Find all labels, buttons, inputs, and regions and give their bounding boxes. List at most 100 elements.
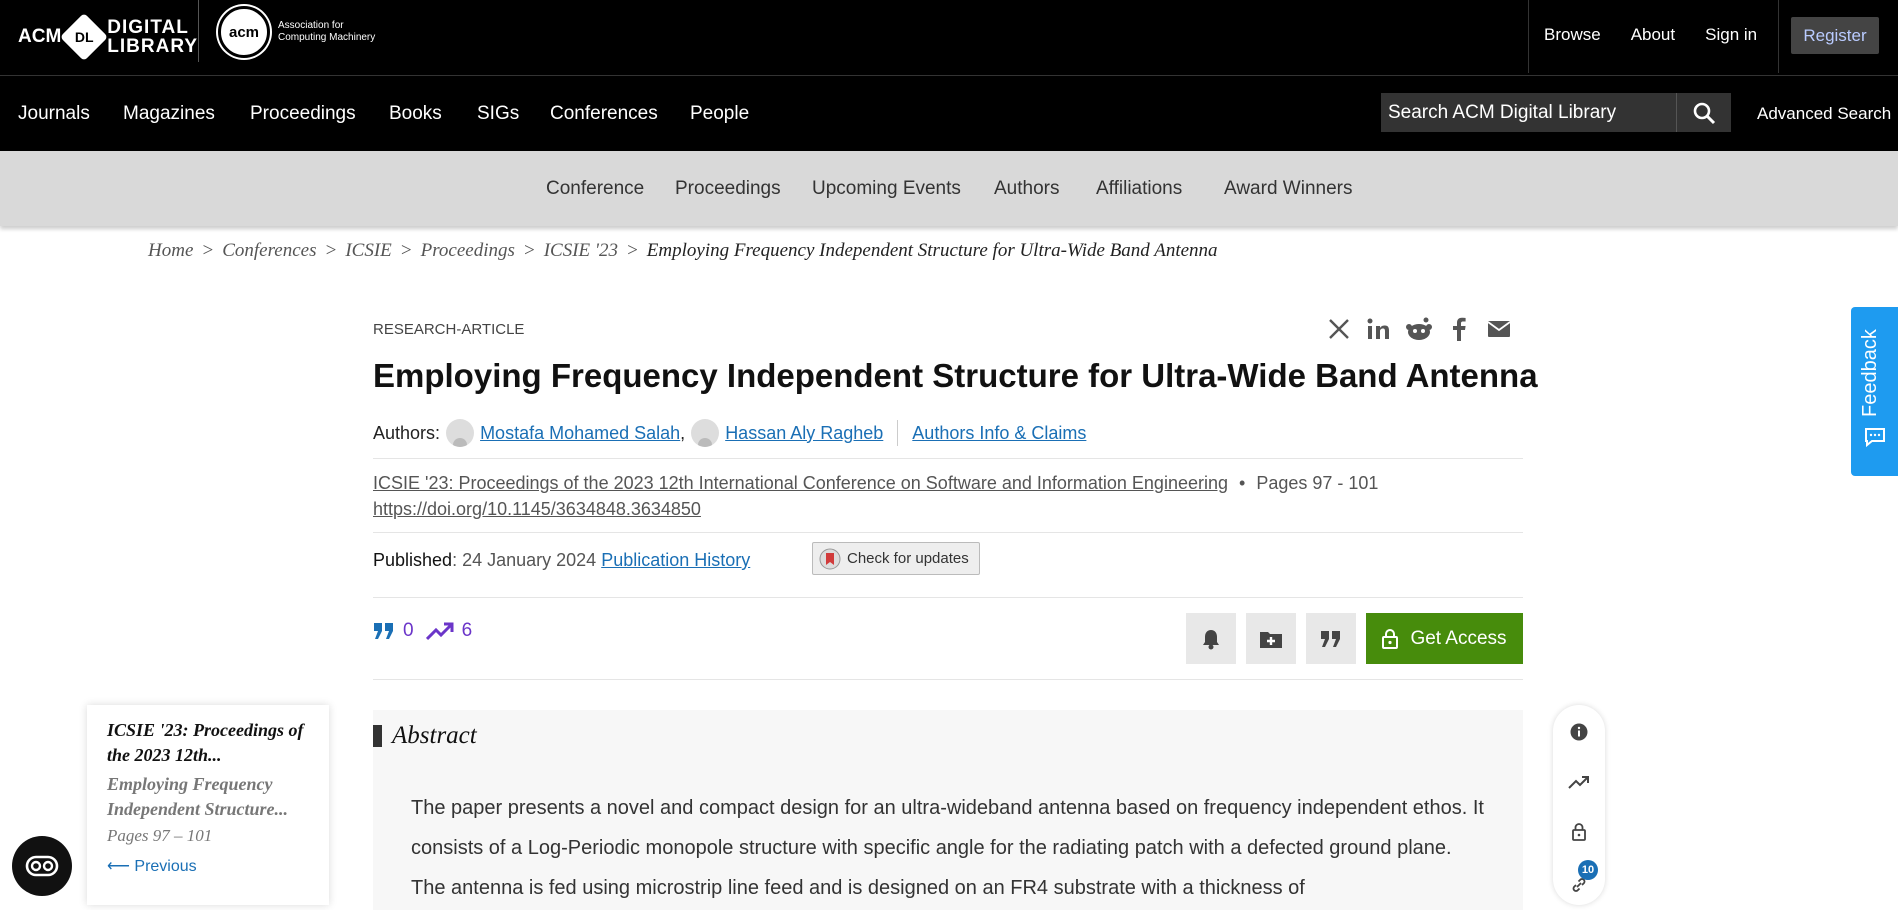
about-link[interactable]: About xyxy=(1616,0,1690,70)
acm-dl-logo[interactable]: ACM DL DIGITAL LIBRARY xyxy=(18,12,198,62)
subnav-authors[interactable]: Authors xyxy=(994,151,1059,226)
breadcrumb-separator: > xyxy=(324,240,338,261)
nav-magazines[interactable]: Magazines xyxy=(123,76,215,152)
nav-conferences[interactable]: Conferences xyxy=(550,76,658,152)
breadcrumb-home[interactable]: Home xyxy=(148,240,193,262)
divider xyxy=(373,458,1523,459)
breadcrumb-icsie[interactable]: ICSIE xyxy=(345,240,391,262)
search-icon xyxy=(1693,102,1716,124)
doi-link[interactable]: https://doi.org/10.1145/3634848.3634850 xyxy=(373,496,1378,522)
add-to-binder-button[interactable] xyxy=(1246,613,1296,664)
card-article-title: Employing Frequency Independent Structur… xyxy=(107,774,289,819)
metrics-button[interactable] xyxy=(1553,767,1605,797)
authors-colon: : xyxy=(435,422,441,443)
facebook-icon[interactable] xyxy=(1445,315,1473,343)
divider xyxy=(373,679,1523,680)
published-date: 24 January 2024 xyxy=(462,550,597,570)
subnav-upcoming-events[interactable]: Upcoming Events xyxy=(812,151,961,226)
lock-icon xyxy=(1382,628,1399,649)
previous-link[interactable]: ⟵ Previous xyxy=(107,856,309,876)
abstract-heading: Abstract xyxy=(373,710,477,762)
bell-icon xyxy=(1203,629,1219,649)
author-link[interactable]: Hassan Aly Ragheb xyxy=(725,423,883,444)
author-link[interactable]: Mostafa Mohamed Salah xyxy=(480,423,680,444)
logo-digital-text: DIGITAL xyxy=(107,17,189,38)
authors-info-link[interactable]: Authors Info & Claims xyxy=(912,423,1086,444)
trending-up-icon xyxy=(1568,776,1589,789)
arrow-left-icon: ⟵ xyxy=(107,858,130,875)
alert-button[interactable] xyxy=(1186,613,1236,664)
right-rail: 10 xyxy=(1553,705,1605,905)
share-icons xyxy=(1325,315,1513,343)
article-type: RESEARCH-ARTICLE xyxy=(373,321,525,338)
card-proceedings-title[interactable]: ICSIE '23: Proceedings of the 2023 12th.… xyxy=(107,718,309,768)
abstract-section: Abstract The paper presents a novel and … xyxy=(373,710,1523,910)
conference-subnav: Conference Proceedings Upcoming Events A… xyxy=(0,151,1898,226)
check-for-updates-button[interactable]: Check for updates xyxy=(812,542,980,575)
breadcrumb-icsie-23[interactable]: ICSIE '23 xyxy=(544,240,618,262)
references-count-badge: 10 xyxy=(1578,860,1598,880)
breadcrumb-separator: > xyxy=(522,240,536,261)
nav-people[interactable]: People xyxy=(690,76,749,152)
subnav-award-winners[interactable]: Award Winners xyxy=(1224,151,1352,226)
quote-icon xyxy=(1321,630,1340,647)
heading-bar xyxy=(373,725,382,747)
privacy-icon xyxy=(25,855,59,877)
publication-history-link[interactable]: Publication History xyxy=(601,550,750,571)
access-button[interactable] xyxy=(1553,817,1605,847)
nav-journals[interactable]: Journals xyxy=(18,76,90,152)
article-title: Employing Frequency Independent Structur… xyxy=(373,357,1538,394)
main-nav: Journals Magazines Proceedings Books SIG… xyxy=(0,75,1898,151)
privacy-settings-button[interactable] xyxy=(12,836,72,896)
info-icon xyxy=(1570,723,1588,741)
nav-books[interactable]: Books xyxy=(389,76,442,152)
top-bar: ACM DL DIGITAL LIBRARY acm Association f… xyxy=(0,0,1898,75)
feedback-label: Feedback xyxy=(1859,329,1881,417)
search-input[interactable] xyxy=(1381,93,1676,132)
citation-count: 0 xyxy=(403,620,414,641)
logo-dl-wordmark: DIGITAL LIBRARY xyxy=(107,18,198,56)
folder-add-icon xyxy=(1260,631,1282,648)
breadcrumb-separator: > xyxy=(625,240,639,261)
divider xyxy=(373,597,1523,598)
email-icon[interactable] xyxy=(1485,315,1513,343)
reddit-icon[interactable] xyxy=(1405,315,1433,343)
proceedings-nav-card: ICSIE '23: Proceedings of the 2023 12th.… xyxy=(87,705,329,905)
logo-divider xyxy=(198,0,199,62)
acm-text-2: Computing Machinery xyxy=(278,32,376,43)
pages-text: Pages 97 - 101 xyxy=(1256,473,1379,493)
breadcrumb-separator: > xyxy=(201,240,215,261)
subnav-conference[interactable]: Conference xyxy=(546,151,644,226)
register-button[interactable]: Register xyxy=(1791,17,1879,54)
acm-logo[interactable]: acm Association for Computing Machinery xyxy=(218,6,375,58)
logo-acm-text: ACM xyxy=(18,26,62,47)
previous-label: Previous xyxy=(134,858,197,875)
divider xyxy=(1778,0,1780,73)
breadcrumb-proceedings[interactable]: Proceedings xyxy=(421,240,515,262)
browse-link[interactable]: Browse xyxy=(1529,0,1616,70)
subnav-affiliations[interactable]: Affiliations xyxy=(1096,151,1182,226)
proceedings-link[interactable]: ICSIE '23: Proceedings of the 2023 12th … xyxy=(373,473,1228,493)
info-button[interactable] xyxy=(1553,717,1605,747)
search-button[interactable] xyxy=(1676,93,1731,132)
linkedin-icon[interactable] xyxy=(1365,315,1393,343)
subnav-proceedings[interactable]: Proceedings xyxy=(675,151,781,226)
sign-in-link[interactable]: Sign in xyxy=(1690,0,1772,70)
feedback-tab[interactable]: Feedback xyxy=(1851,307,1898,476)
get-access-button[interactable]: Get Access xyxy=(1366,613,1523,664)
published-row: Published: 24 January 2024 Publication H… xyxy=(373,550,750,571)
abstract-heading-text: Abstract xyxy=(392,722,477,749)
chat-icon xyxy=(1865,428,1885,448)
top-links: Browse About Sign in xyxy=(1528,0,1780,73)
logo-dl-text: DL xyxy=(74,28,94,45)
x-twitter-icon[interactable] xyxy=(1325,315,1353,343)
divider xyxy=(897,420,899,446)
breadcrumb-conferences[interactable]: Conferences xyxy=(222,240,316,262)
logo-library-text: LIBRARY xyxy=(107,36,199,57)
advanced-search-link[interactable]: Advanced Search xyxy=(1757,76,1891,152)
citation-quote-icon xyxy=(374,623,393,639)
acm-circle-logo: acm xyxy=(218,6,270,58)
nav-proceedings[interactable]: Proceedings xyxy=(250,76,356,152)
cite-button[interactable] xyxy=(1306,613,1356,664)
nav-sigs[interactable]: SIGs xyxy=(477,76,519,152)
